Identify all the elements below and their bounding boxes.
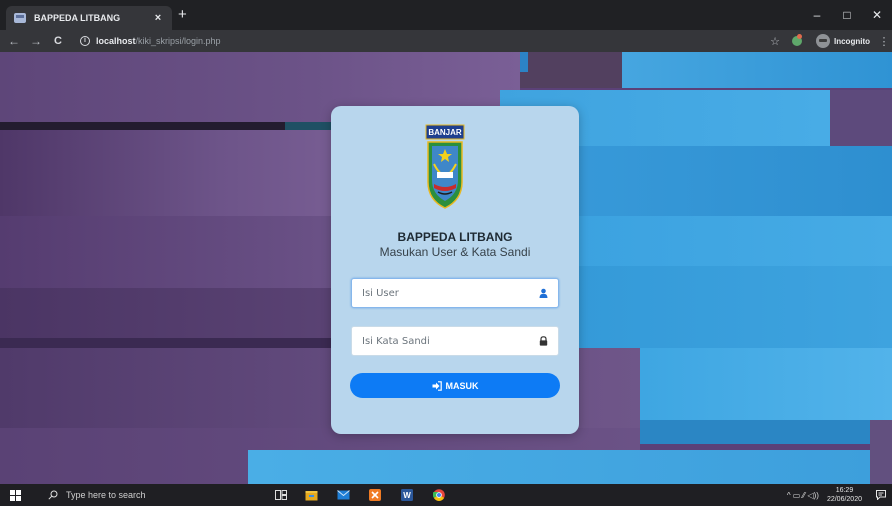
tab-favicon-icon [14, 13, 26, 23]
minimize-button[interactable]: – [802, 0, 832, 30]
lock-icon [538, 336, 548, 346]
xampp-icon[interactable] [368, 488, 382, 502]
windows-taskbar: Type here to search W ^ ▭ ⁄⁄ ◁)) 16:29 2… [0, 484, 892, 506]
bg-slab [622, 52, 892, 88]
incognito-label[interactable]: Incognito [834, 37, 870, 46]
logo-text: BANJAR [428, 128, 462, 137]
clock-time: 16:29 [835, 487, 854, 494]
address-bar[interactable]: i localhost /kiki_skripsi/login.php [80, 33, 221, 49]
bg-slab [248, 450, 870, 484]
file-explorer-icon[interactable] [304, 488, 318, 502]
password-field[interactable] [351, 326, 559, 356]
start-windows-icon[interactable] [10, 490, 21, 501]
taskbar-search-placeholder: Type here to search [66, 490, 146, 500]
browser-menu-icon[interactable]: ⋮ [878, 35, 890, 48]
bg-slab [640, 420, 870, 444]
site-info-icon[interactable]: i [80, 36, 90, 46]
system-clock[interactable]: 16:29 22/06/2020 [827, 486, 862, 504]
url-host: localhost [96, 36, 136, 46]
tab-close-icon[interactable]: × [152, 12, 164, 24]
login-button-label: MASUK [445, 380, 479, 391]
bg-slab-shadow [0, 122, 290, 130]
browser-titlebar: BAPPEDA LITBANG × + – □ ✕ [0, 0, 892, 30]
new-tab-button[interactable]: + [178, 7, 187, 23]
notification-icon[interactable] [876, 490, 886, 500]
bg-slab [520, 52, 528, 72]
close-window-button[interactable]: ✕ [862, 0, 892, 30]
reload-button[interactable]: C [50, 35, 66, 47]
word-icon[interactable]: W [400, 488, 414, 502]
page-background: BANJAR BAPPEDA LITBANG Masukan User & Ka… [0, 52, 892, 484]
extension-icon[interactable] [792, 34, 802, 46]
app-title: BAPPEDA LITBANG [397, 230, 513, 244]
tray-icons[interactable]: ^ ▭ ⁄⁄ ◁)) [787, 491, 819, 500]
user-icon [538, 288, 548, 298]
toolbar-actions: ☆ Incognito ⋮ [770, 30, 892, 52]
login-button[interactable]: MASUK [350, 373, 560, 398]
forward-button[interactable]: → [28, 34, 44, 48]
system-tray: ^ ▭ ⁄⁄ ◁)) 16:29 22/06/2020 [787, 484, 892, 506]
bg-slab [870, 420, 892, 484]
svg-text:W: W [403, 491, 411, 500]
bookmark-star-icon[interactable]: ☆ [770, 35, 780, 48]
bg-slab [640, 348, 892, 420]
back-button[interactable]: ← [6, 34, 22, 48]
incognito-icon[interactable] [816, 34, 830, 48]
taskbar-search[interactable]: Type here to search [36, 484, 256, 506]
browser-toolbar: ← → C i localhost /kiki_skripsi/login.ph… [0, 30, 892, 52]
search-icon [48, 490, 58, 500]
bg-slab [830, 90, 892, 146]
task-view-icon[interactable] [274, 488, 288, 502]
chrome-icon[interactable] [432, 488, 446, 502]
clock-date: 22/06/2020 [826, 496, 862, 503]
maximize-button[interactable]: □ [832, 0, 862, 30]
url-path: /kiki_skripsi/login.php [135, 36, 221, 46]
login-subtitle: Masukan User & Kata Sandi [379, 245, 531, 259]
user-input[interactable] [362, 287, 538, 299]
tab-title: BAPPEDA LITBANG [34, 13, 121, 23]
window-controls: – □ ✕ [802, 0, 892, 30]
user-field[interactable] [351, 278, 559, 308]
sign-in-icon [432, 380, 442, 391]
browser-tab[interactable]: BAPPEDA LITBANG × [6, 6, 172, 30]
banjar-crest-logo: BANJAR [425, 124, 465, 209]
login-card: BANJAR BAPPEDA LITBANG Masukan User & Ka… [331, 106, 579, 434]
bg-slab [520, 52, 630, 88]
mail-icon[interactable] [336, 488, 350, 502]
password-input[interactable] [362, 335, 538, 347]
